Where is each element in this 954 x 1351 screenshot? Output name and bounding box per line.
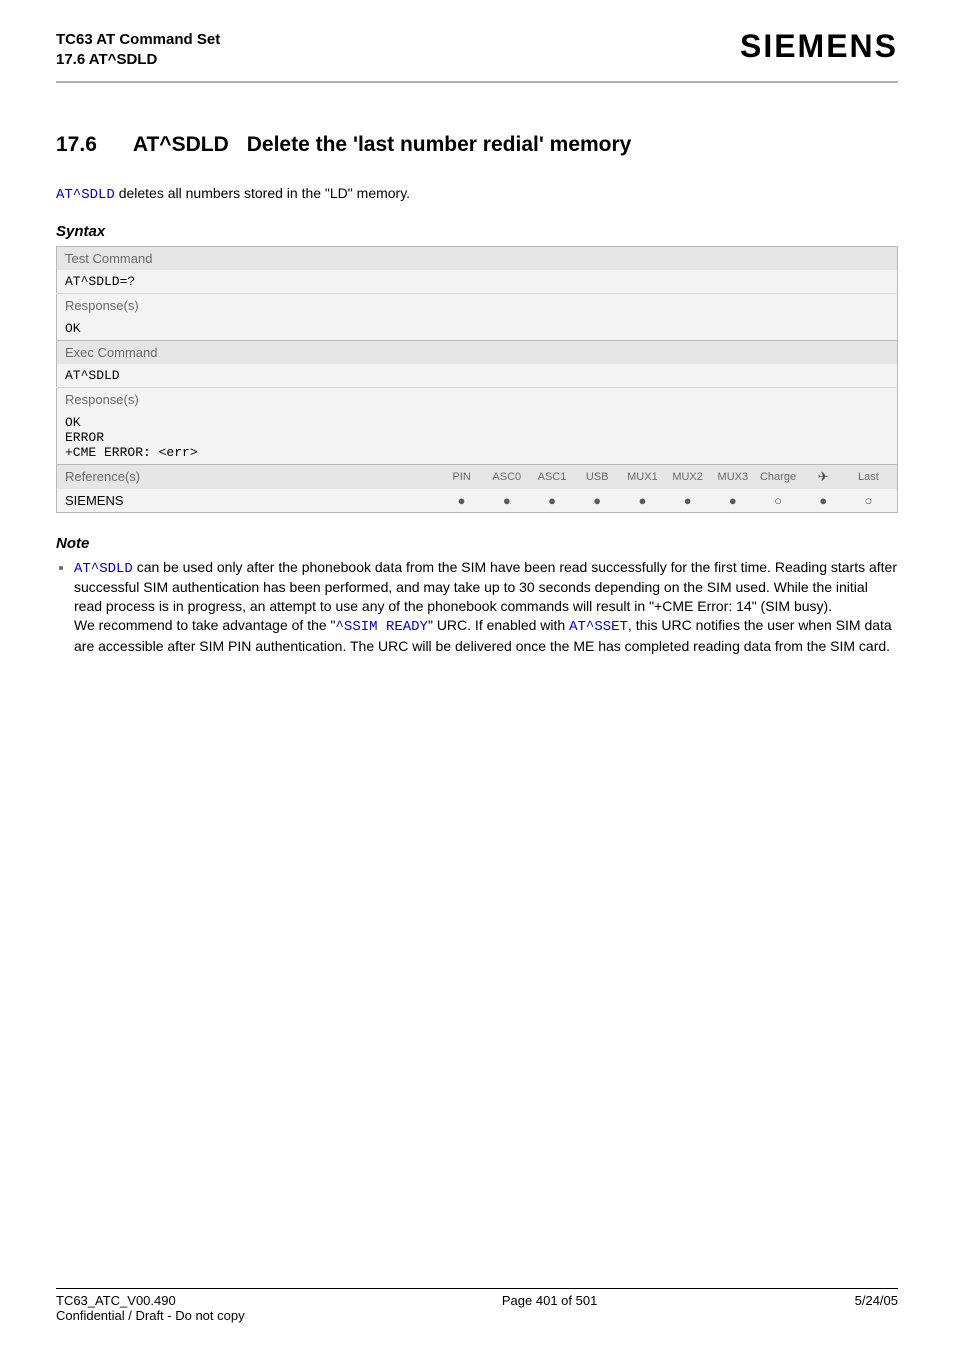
col-charge: Charge [757,471,798,483]
dot-mux2 [667,493,708,508]
col-mux1: MUX1 [622,471,663,483]
col-mux2: MUX2 [667,471,708,483]
page-footer: TC63_ATC_V00.490 Confidential / Draft - … [56,1288,898,1323]
dot-charge [757,493,798,508]
at-sset-link[interactable]: AT^SSET [569,619,628,635]
note-text-1: can be used only after the phonebook dat… [74,559,897,615]
footer-left: TC63_ATC_V00.490 Confidential / Draft - … [56,1293,245,1323]
test-response-code: OK [57,317,898,341]
syntax-label: Syntax [56,223,898,240]
footer-confidential: Confidential / Draft - Do not copy [56,1308,245,1323]
note-item: AT^SDLD can be used only after the phone… [74,558,898,656]
exec-command-label: Exec Command [57,340,898,364]
exec-response-0: OK [65,415,889,430]
col-mux3: MUX3 [712,471,753,483]
col-last: Last [848,471,889,483]
exec-command-code: AT^SDLD [57,364,898,388]
doc-subsection: 17.6 AT^SDLD [56,50,220,70]
responses-label-1: Response(s) [57,293,898,317]
note-text-2b: " URC. If enabled with [428,617,569,633]
footer-date: 5/24/05 [855,1293,898,1323]
note-label: Note [56,535,898,552]
dot-mux3 [712,493,753,508]
test-command-code: AT^SDLD=? [57,270,898,294]
footer-page-number: Page 401 of 501 [245,1293,855,1323]
at-sdld-link[interactable]: AT^SDLD [56,187,115,203]
availability-dots [433,489,898,513]
doc-title: TC63 AT Command Set [56,30,220,50]
dot-last [848,493,889,508]
exec-response-2: +CME ERROR: <err> [65,445,889,460]
footer-version: TC63_ATC_V00.490 [56,1293,245,1308]
references-label: Reference(s) [57,464,434,489]
col-asc1: ASC1 [531,471,572,483]
dot-airplane [803,493,844,508]
dot-asc1 [531,493,572,508]
vendor-name: SIEMENS [57,489,434,513]
intro-text: deletes all numbers stored in the "LD" m… [115,185,410,201]
availability-header: PIN ASC0 ASC1 USB MUX1 MUX2 MUX3 Charge … [433,464,898,489]
dot-asc0 [486,493,527,508]
col-asc0: ASC0 [486,471,527,483]
page-header: TC63 AT Command Set 17.6 AT^SDLD SIEMENS [56,30,898,83]
at-sdld-note-link[interactable]: AT^SDLD [74,561,133,577]
ssim-ready-link[interactable]: ^SSIM READY [336,619,428,635]
exec-responses: OK ERROR +CME ERROR: <err> [57,411,898,465]
dot-usb [577,493,618,508]
dot-mux1 [622,493,663,508]
section-title-text: Delete the 'last number redial' memory [247,133,632,156]
col-airplane-icon: ✈ [803,469,844,485]
section-number: 17.6 [56,133,97,157]
header-left: TC63 AT Command Set 17.6 AT^SDLD [56,30,220,71]
exec-response-1: ERROR [65,430,889,445]
siemens-logo: SIEMENS [740,28,898,65]
col-usb: USB [577,471,618,483]
responses-label-2: Response(s) [57,387,898,411]
note-list: AT^SDLD can be used only after the phone… [56,558,898,656]
syntax-table: Test Command AT^SDLD=? Response(s) OK Ex… [56,246,898,513]
section-command: AT^SDLD [133,133,229,157]
test-command-label: Test Command [57,246,898,270]
intro-paragraph: AT^SDLD deletes all numbers stored in th… [56,185,898,203]
section-heading: 17.6 AT^SDLD Delete the 'last number redia… [56,133,898,157]
col-pin: PIN [441,471,482,483]
note-text-2a: We recommend to take advantage of the " [74,617,336,633]
dot-pin [441,493,482,508]
